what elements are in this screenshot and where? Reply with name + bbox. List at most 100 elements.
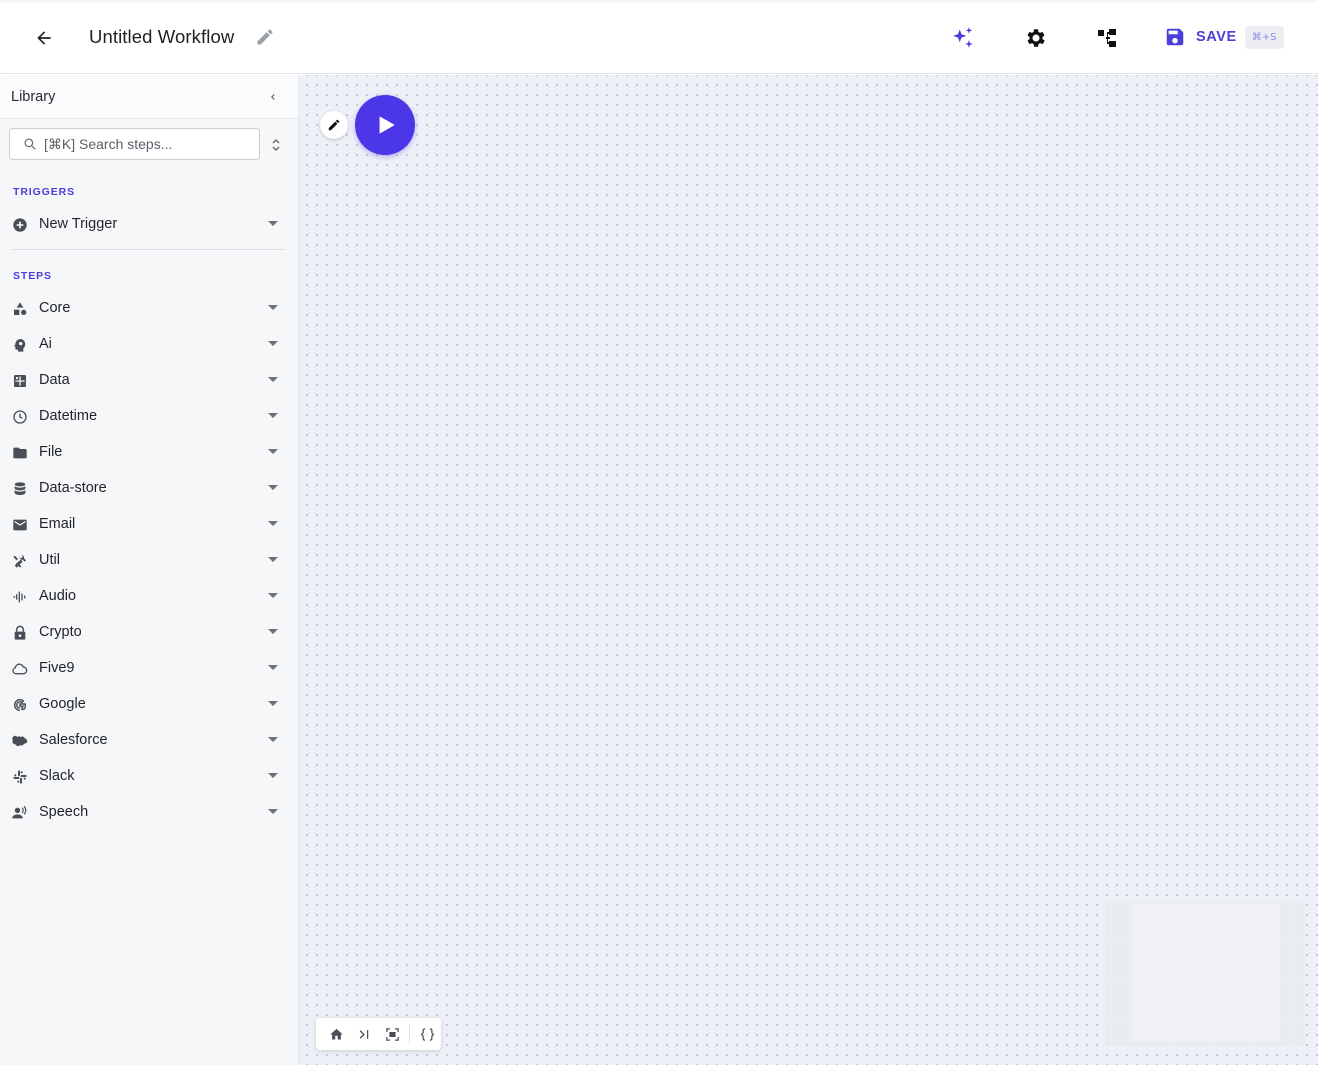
library-header: Library xyxy=(0,75,298,119)
step-item-file[interactable]: File xyxy=(0,434,298,470)
step-item-slack[interactable]: Slack xyxy=(0,758,298,794)
caret-down-icon xyxy=(268,449,278,454)
top-bar: Untitled Workflow SAVE ⌘+S xyxy=(0,0,1318,74)
home-icon xyxy=(329,1028,343,1039)
settings-button[interactable] xyxy=(1022,25,1048,51)
pencil-icon xyxy=(328,119,340,131)
shapes-icon xyxy=(11,300,28,317)
caret-down-icon xyxy=(268,485,278,490)
caret-down-icon xyxy=(268,593,278,598)
step-item-label: Data xyxy=(39,372,70,388)
play-icon xyxy=(379,116,395,134)
tools-icon xyxy=(11,552,28,569)
fit-view-icon xyxy=(385,1027,399,1041)
step-item-label: Core xyxy=(39,300,71,316)
gear-icon xyxy=(1027,29,1045,47)
step-item-label: Datetime xyxy=(39,408,98,424)
grid-icon xyxy=(11,372,28,389)
step-item-util[interactable]: Util xyxy=(0,542,298,578)
save-label: SAVE xyxy=(1196,29,1237,45)
back-button[interactable] xyxy=(30,24,58,52)
step-item-label: Email xyxy=(39,516,76,532)
code-braces-icon xyxy=(420,1027,434,1041)
step-item-five9[interactable]: Five9 xyxy=(0,650,298,686)
slack-icon xyxy=(11,768,28,785)
step-item-audio[interactable]: Audio xyxy=(0,578,298,614)
tree-structure-icon xyxy=(1098,29,1116,47)
clock-icon xyxy=(11,408,28,425)
steps-section-label: STEPS xyxy=(13,270,52,282)
trigger-item-new-trigger[interactable]: New Trigger xyxy=(0,206,298,242)
step-forward-button[interactable] xyxy=(350,1020,378,1048)
step-forward-icon xyxy=(359,1029,368,1039)
search-input[interactable] xyxy=(44,129,254,159)
expand-collapse-all-button[interactable] xyxy=(268,136,284,154)
lock-icon xyxy=(11,624,28,641)
caret-down-icon xyxy=(268,557,278,562)
step-item-core[interactable]: Core xyxy=(0,290,298,326)
step-item-label: Data-store xyxy=(39,480,107,496)
pencil-icon xyxy=(257,29,273,45)
workflow-title: Untitled Workflow xyxy=(89,26,235,47)
canvas-controls xyxy=(316,1018,441,1050)
workflow-canvas[interactable] xyxy=(299,75,1318,1065)
collapse-sidebar-button[interactable] xyxy=(264,88,282,106)
step-item-label: Ai xyxy=(39,336,52,352)
home-button[interactable] xyxy=(322,1020,350,1048)
caret-down-icon xyxy=(268,665,278,670)
run-workflow-button[interactable] xyxy=(355,95,415,155)
salesforce-cloud-icon xyxy=(11,732,28,749)
cloud-icon xyxy=(11,660,28,677)
step-item-salesforce[interactable]: Salesforce xyxy=(0,722,298,758)
caret-down-icon xyxy=(268,521,278,526)
step-item-ai[interactable]: Ai xyxy=(0,326,298,362)
caret-down-icon xyxy=(268,305,278,310)
caret-down-icon xyxy=(268,341,278,346)
library-title: Library xyxy=(11,88,56,105)
step-item-email[interactable]: Email xyxy=(0,506,298,542)
step-item-datetime[interactable]: Datetime xyxy=(0,398,298,434)
triggers-section-label: TRIGGERS xyxy=(13,186,76,198)
step-item-label: Speech xyxy=(39,804,89,820)
caret-down-icon xyxy=(268,737,278,742)
unfold-icon xyxy=(272,139,280,151)
search-field[interactable] xyxy=(9,128,260,160)
minimap-viewport[interactable] xyxy=(1132,904,1280,1042)
step-item-label: Five9 xyxy=(39,660,75,676)
google-icon xyxy=(11,696,28,713)
brain-icon xyxy=(11,336,28,353)
sparkle-icon xyxy=(953,27,973,48)
caret-down-icon xyxy=(268,629,278,634)
step-item-label: Google xyxy=(39,696,86,712)
step-item-label: Salesforce xyxy=(39,732,108,748)
step-item-crypto[interactable]: Crypto xyxy=(0,614,298,650)
step-item-data-store[interactable]: Data-store xyxy=(0,470,298,506)
tree-view-button[interactable] xyxy=(1094,25,1120,51)
arrow-left-icon xyxy=(37,31,51,45)
database-icon xyxy=(11,480,28,497)
ai-sparkle-button[interactable] xyxy=(950,25,976,51)
envelope-icon xyxy=(11,516,28,533)
step-item-label: Crypto xyxy=(39,624,82,640)
waveform-icon xyxy=(11,588,28,605)
caret-down-icon xyxy=(268,773,278,778)
save-shortcut-badge: ⌘+S xyxy=(1244,25,1284,49)
caret-down-icon xyxy=(268,221,278,226)
speaker-person-icon xyxy=(11,804,28,821)
plus-circle-icon xyxy=(11,216,28,233)
caret-down-icon xyxy=(268,413,278,418)
step-item-google[interactable]: Google xyxy=(0,686,298,722)
edit-node-button[interactable] xyxy=(320,111,348,139)
step-item-speech[interactable]: Speech xyxy=(0,794,298,830)
edit-title-button[interactable] xyxy=(254,26,276,48)
minimap[interactable] xyxy=(1105,901,1305,1046)
caret-down-icon xyxy=(268,377,278,382)
save-button[interactable]: SAVE ⌘+S xyxy=(1164,22,1284,52)
fit-view-button[interactable] xyxy=(378,1020,406,1048)
view-code-button[interactable] xyxy=(413,1020,441,1048)
search-icon xyxy=(24,138,36,150)
step-item-data[interactable]: Data xyxy=(0,362,298,398)
library-sidebar: Library TRIGGERS New Trigger STEPS Core … xyxy=(0,75,299,1065)
folder-icon xyxy=(11,444,28,461)
section-divider xyxy=(11,249,286,250)
